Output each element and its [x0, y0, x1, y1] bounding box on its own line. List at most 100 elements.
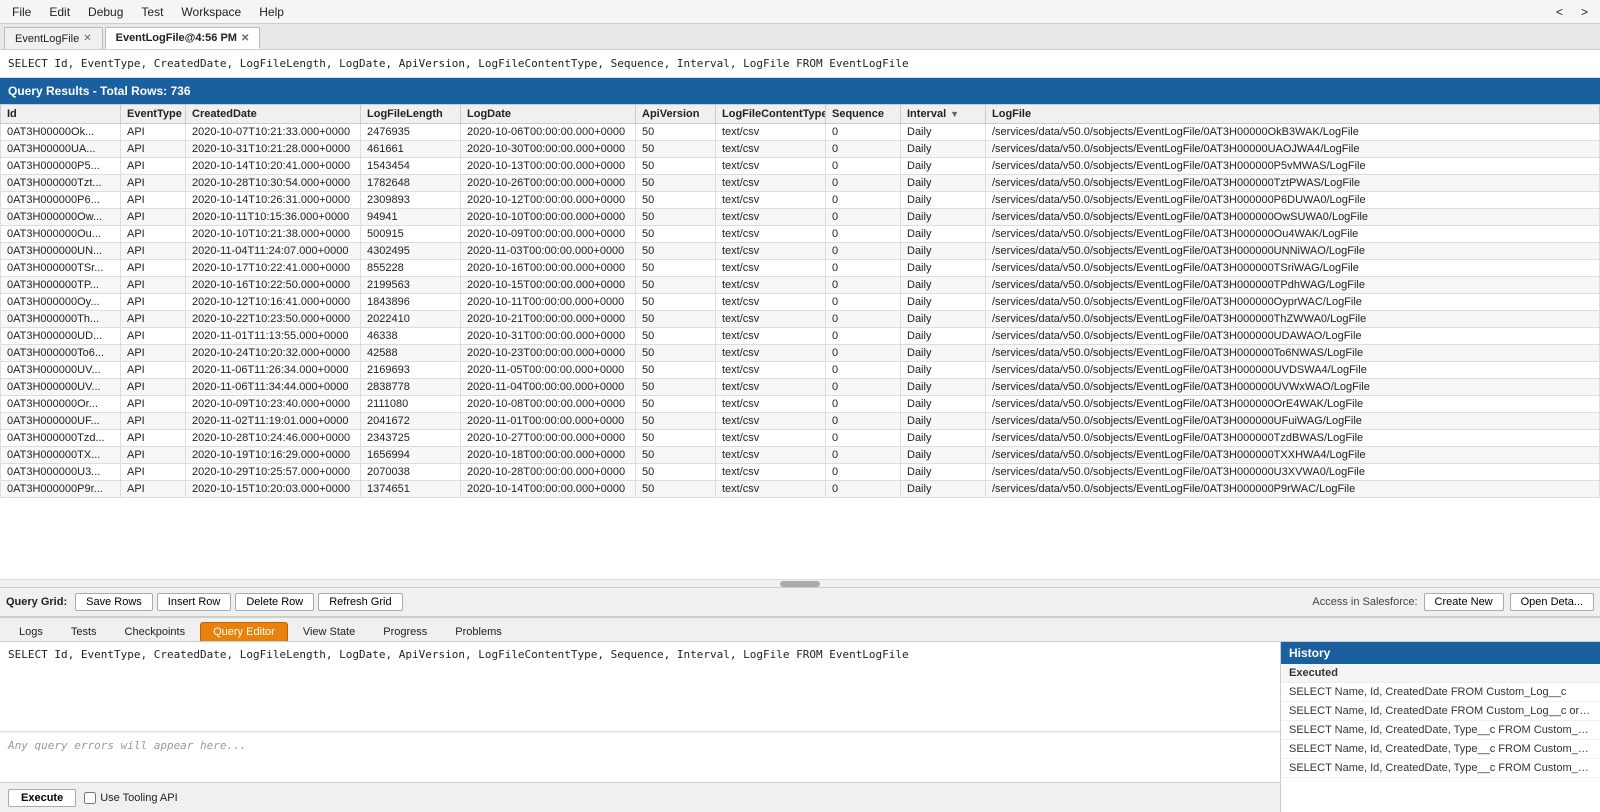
- cell-logfilelength: 2309893: [361, 192, 461, 209]
- col-header-id[interactable]: Id: [1, 105, 121, 124]
- table-row[interactable]: 0AT3H000000Ow...API2020-10-11T10:15:36.0…: [1, 209, 1600, 226]
- table-row[interactable]: 0AT3H000000Oy...API2020-10-12T10:16:41.0…: [1, 294, 1600, 311]
- tab-tests[interactable]: Tests: [58, 622, 110, 641]
- open-detail-button[interactable]: Open Deta...: [1510, 593, 1594, 611]
- cell-eventtype: API: [121, 124, 186, 141]
- col-header-sequence[interactable]: Sequence: [826, 105, 901, 124]
- cell-id: 0AT3H000000P6...: [1, 192, 121, 209]
- table-row[interactable]: 0AT3H000000TX...API2020-10-19T10:16:29.0…: [1, 447, 1600, 464]
- table-row[interactable]: 0AT3H000000UV...API2020-11-06T11:26:34.0…: [1, 362, 1600, 379]
- cell-logfilelength: 94941: [361, 209, 461, 226]
- cell-logfile: /services/data/v50.0/sobjects/EventLogFi…: [986, 260, 1600, 277]
- table-row[interactable]: 0AT3H000000To6...API2020-10-24T10:20:32.…: [1, 345, 1600, 362]
- cell-logfile: /services/data/v50.0/sobjects/EventLogFi…: [986, 362, 1600, 379]
- table-row[interactable]: 0AT3H000000P6...API2020-10-14T10:26:31.0…: [1, 192, 1600, 209]
- table-row[interactable]: 0AT3H000000Tzt...API2020-10-28T10:30:54.…: [1, 175, 1600, 192]
- menu-test[interactable]: Test: [133, 3, 171, 21]
- cell-logfilelength: 1543454: [361, 158, 461, 175]
- table-row[interactable]: 0AT3H000000Ou...API2020-10-10T10:21:38.0…: [1, 226, 1600, 243]
- tab-checkpoints[interactable]: Checkpoints: [112, 622, 199, 641]
- menu-debug[interactable]: Debug: [80, 3, 131, 21]
- cell-logfilelength: 2199563: [361, 277, 461, 294]
- col-header-logfile[interactable]: LogFile: [986, 105, 1600, 124]
- tab-progress[interactable]: Progress: [370, 622, 440, 641]
- col-header-logdate[interactable]: LogDate: [461, 105, 636, 124]
- table-row[interactable]: 0AT3H00000Ok...API2020-10-07T10:21:33.00…: [1, 124, 1600, 141]
- tab-view-state[interactable]: View State: [290, 622, 368, 641]
- table-row[interactable]: 0AT3H000000UN...API2020-11-04T11:24:07.0…: [1, 243, 1600, 260]
- cell-logdate: 2020-10-30T00:00:00.000+0000: [461, 141, 636, 158]
- cell-interval: Daily: [901, 413, 986, 430]
- cell-sequence: 0: [826, 243, 901, 260]
- cell-id: 0AT3H000000Ow...: [1, 209, 121, 226]
- bottom-panel: Logs Tests Checkpoints Query Editor View…: [0, 617, 1600, 812]
- table-row[interactable]: 0AT3H000000Tzd...API2020-10-28T10:24:46.…: [1, 430, 1600, 447]
- cell-logdate: 2020-10-15T00:00:00.000+0000: [461, 277, 636, 294]
- tab-close-1[interactable]: ✕: [83, 33, 91, 44]
- cell-eventtype: API: [121, 158, 186, 175]
- table-row[interactable]: 0AT3H000000TP...API2020-10-16T10:22:50.0…: [1, 277, 1600, 294]
- query-textarea[interactable]: [0, 642, 1280, 732]
- table-row[interactable]: 0AT3H00000UA...API2020-10-31T10:21:28.00…: [1, 141, 1600, 158]
- scroll-indicator[interactable]: [0, 579, 1600, 587]
- table-row[interactable]: 0AT3H000000UD...API2020-11-01T11:13:55.0…: [1, 328, 1600, 345]
- table-row[interactable]: 0AT3H000000P5...API2020-10-14T10:20:41.0…: [1, 158, 1600, 175]
- cell-logfile: /services/data/v50.0/sobjects/EventLogFi…: [986, 481, 1600, 498]
- data-grid-container[interactable]: Id EventType CreatedDate LogFileLength L…: [0, 104, 1600, 579]
- table-row[interactable]: 0AT3H000000UV...API2020-11-06T11:34:44.0…: [1, 379, 1600, 396]
- nav-prev[interactable]: <: [1548, 3, 1571, 21]
- history-item-3[interactable]: SELECT Name, Id, CreatedDate, Type__c FR…: [1281, 740, 1600, 759]
- col-header-apiversion[interactable]: ApiVersion: [636, 105, 716, 124]
- cell-logfilelength: 1843896: [361, 294, 461, 311]
- col-header-createddate[interactable]: CreatedDate: [186, 105, 361, 124]
- table-row[interactable]: 0AT3H000000UF...API2020-11-02T11:19:01.0…: [1, 413, 1600, 430]
- cell-sequence: 0: [826, 209, 901, 226]
- nav-next[interactable]: >: [1573, 3, 1596, 21]
- cell-logfilelength: 2476935: [361, 124, 461, 141]
- cell-logdate: 2020-10-28T00:00:00.000+0000: [461, 464, 636, 481]
- col-header-logfilelength[interactable]: LogFileLength: [361, 105, 461, 124]
- menu-help[interactable]: Help: [251, 3, 292, 21]
- tab-query-editor[interactable]: Query Editor: [200, 622, 288, 641]
- create-new-button[interactable]: Create New: [1424, 593, 1504, 611]
- table-row[interactable]: 0AT3H000000Or...API2020-10-09T10:23:40.0…: [1, 396, 1600, 413]
- history-item-4[interactable]: SELECT Name, Id, CreatedDate, Type__c FR…: [1281, 759, 1600, 778]
- table-row[interactable]: 0AT3H000000U3...API2020-10-29T10:25:57.0…: [1, 464, 1600, 481]
- cell-logfile: /services/data/v50.0/sobjects/EventLogFi…: [986, 175, 1600, 192]
- cell-logfilecontenttype: text/csv: [716, 260, 826, 277]
- table-row[interactable]: 0AT3H000000Th...API2020-10-22T10:23:50.0…: [1, 311, 1600, 328]
- table-row[interactable]: 0AT3H000000P9r...API2020-10-15T10:20:03.…: [1, 481, 1600, 498]
- table-row[interactable]: 0AT3H000000TSr...API2020-10-17T10:22:41.…: [1, 260, 1600, 277]
- editor-main: Any query errors will appear here... Exe…: [0, 642, 1280, 812]
- history-item-0[interactable]: SELECT Name, Id, CreatedDate FROM Custom…: [1281, 683, 1600, 702]
- tab-problems[interactable]: Problems: [442, 622, 514, 641]
- cell-sequence: 0: [826, 362, 901, 379]
- refresh-grid-button[interactable]: Refresh Grid: [318, 593, 402, 611]
- menu-bar: File Edit Debug Test Workspace Help < >: [0, 0, 1600, 24]
- tab-logs[interactable]: Logs: [6, 622, 56, 641]
- tab-eventlogfile-time[interactable]: EventLogFile@4:56 PM ✕: [105, 27, 261, 49]
- tooling-api-checkbox[interactable]: [84, 792, 96, 804]
- cell-interval: Daily: [901, 141, 986, 158]
- execute-button[interactable]: Execute: [8, 789, 76, 807]
- cell-logfile: /services/data/v50.0/sobjects/EventLogFi…: [986, 396, 1600, 413]
- cell-logdate: 2020-10-08T00:00:00.000+0000: [461, 396, 636, 413]
- menu-workspace[interactable]: Workspace: [173, 3, 249, 21]
- cell-logfilecontenttype: text/csv: [716, 328, 826, 345]
- insert-row-button[interactable]: Insert Row: [157, 593, 232, 611]
- col-header-eventtype[interactable]: EventType: [121, 105, 186, 124]
- cell-sequence: 0: [826, 124, 901, 141]
- col-header-logfilecontenttype[interactable]: LogFileContentType: [716, 105, 826, 124]
- menu-file[interactable]: File: [4, 3, 39, 21]
- save-rows-button[interactable]: Save Rows: [75, 593, 153, 611]
- delete-row-button[interactable]: Delete Row: [235, 593, 314, 611]
- col-header-interval[interactable]: Interval▼: [901, 105, 986, 124]
- tab-eventlogfile[interactable]: EventLogFile ✕: [4, 27, 103, 49]
- results-header: Query Results - Total Rows: 736: [0, 78, 1600, 104]
- cell-logdate: 2020-11-03T00:00:00.000+0000: [461, 243, 636, 260]
- history-item-1[interactable]: SELECT Name, Id, CreatedDate FROM Custom…: [1281, 702, 1600, 721]
- cell-logfilelength: 2169693: [361, 362, 461, 379]
- menu-edit[interactable]: Edit: [41, 3, 78, 21]
- history-item-2[interactable]: SELECT Name, Id, CreatedDate, Type__c FR…: [1281, 721, 1600, 740]
- tab-close-2[interactable]: ✕: [241, 33, 249, 44]
